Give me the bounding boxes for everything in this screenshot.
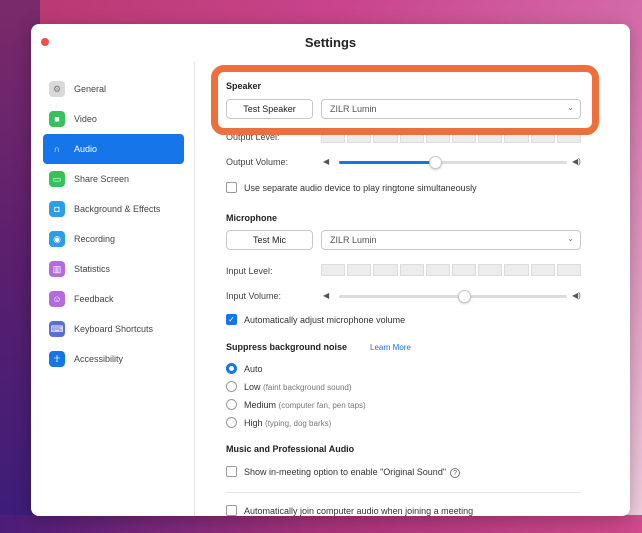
sidebar-item-video[interactable]: ■ Video (43, 104, 184, 134)
microphone-device-value: ZILR Lumin (330, 235, 377, 245)
volume-low-icon: ◀ (323, 157, 330, 166)
suppress-noise-heading: Suppress background noise (226, 342, 348, 352)
auto-join-audio-checkbox[interactable] (226, 505, 237, 516)
window-title: Settings (304, 35, 357, 50)
sidebar-item-statistics[interactable]: ▥ Statistics (43, 254, 184, 284)
sidebar-item-background-effects[interactable]: ◘ Background & Effects (43, 194, 184, 224)
recording-icon: ◉ (49, 231, 65, 247)
feedback-icon: ☺ (49, 291, 65, 307)
original-sound-label: Show in-meeting option to enable "Origin… (244, 467, 461, 478)
test-mic-button[interactable]: Test Mic (226, 230, 313, 250)
keyboard-icon: ⌨ (49, 321, 65, 337)
chevron-down-icon: ⌄ (567, 234, 574, 243)
headphones-icon: ∩ (53, 144, 61, 154)
volume-low-icon: ◀ (323, 291, 330, 300)
music-audio-heading: Music and Professional Audio (226, 444, 355, 454)
output-volume-thumb[interactable] (428, 156, 442, 169)
auto-adjust-mic-label: Automatically adjust microphone volume (244, 315, 406, 325)
sidebar-item-label: Accessibility (74, 354, 124, 364)
suppress-high-label: High (typing, dog barks) (244, 418, 332, 428)
sidebar-item-label: General (74, 84, 107, 94)
share-screen-icon: ▭ (49, 171, 65, 187)
video-icon: ■ (49, 111, 65, 127)
sidebar-item-label: Recording (74, 234, 116, 244)
sidebar: ⚙ General ■ Video ∩ Audio ▭ Share Screen… (31, 62, 195, 516)
output-volume-fill (339, 161, 435, 164)
sidebar-item-recording[interactable]: ◉ Recording (43, 224, 184, 254)
microphone-heading: Microphone (226, 213, 277, 223)
ringtone-device-checkbox[interactable] (226, 182, 237, 193)
sidebar-item-general[interactable]: ⚙ General (43, 74, 184, 104)
input-level-meter (321, 264, 582, 276)
volume-high-icon: ◀) (572, 157, 581, 166)
background-icon: ◘ (49, 201, 65, 217)
suppress-auto-label: Auto (244, 364, 263, 374)
sidebar-item-label: Keyboard Shortcuts (74, 324, 154, 334)
section-divider (226, 492, 581, 493)
sidebar-item-keyboard-shortcuts[interactable]: ⌨ Keyboard Shortcuts (43, 314, 184, 344)
suppress-medium-label: Medium (computer fan, pen taps) (244, 400, 366, 410)
suppress-low-label: Low (faint background sound) (244, 382, 352, 392)
input-volume-track[interactable] (339, 295, 567, 298)
sidebar-item-accessibility[interactable]: ☥ Accessibility (43, 344, 184, 374)
gear-icon: ⚙ (49, 81, 65, 97)
volume-high-icon: ◀) (572, 291, 581, 300)
statistics-icon: ▥ (49, 261, 65, 277)
suppress-medium-radio[interactable] (226, 399, 237, 410)
learn-more-link[interactable]: Learn More (370, 343, 411, 352)
input-volume-label: Input Volume: (226, 291, 282, 301)
sidebar-item-label: Feedback (74, 294, 114, 304)
speaker-highlight-box (211, 65, 599, 135)
sidebar-item-label: Statistics (74, 264, 111, 274)
microphone-device-select[interactable]: ZILR Lumin ⌄ (321, 230, 581, 250)
title-bar: Settings (31, 24, 630, 62)
input-level-label: Input Level: (226, 266, 273, 276)
sidebar-item-share-screen[interactable]: ▭ Share Screen (43, 164, 184, 194)
sidebar-item-label: Video (74, 114, 97, 124)
sidebar-item-audio[interactable]: ∩ Audio (43, 134, 184, 164)
original-sound-checkbox[interactable] (226, 466, 237, 477)
input-volume-thumb[interactable] (458, 290, 472, 303)
sidebar-item-feedback[interactable]: ☺ Feedback (43, 284, 184, 314)
auto-adjust-mic-checkbox[interactable]: ✓ (226, 314, 237, 325)
sidebar-item-label: Audio (74, 144, 98, 154)
help-icon[interactable]: ? (450, 467, 461, 478)
suppress-high-radio[interactable] (226, 417, 237, 428)
sidebar-item-label: Share Screen (74, 174, 130, 184)
sidebar-item-label: Background & Effects (74, 204, 161, 214)
ringtone-device-label: Use separate audio device to play ringto… (244, 183, 477, 193)
desktop-wallpaper-bottom (0, 515, 642, 533)
auto-join-audio-label: Automatically join computer audio when j… (244, 506, 474, 516)
accessibility-icon: ☥ (49, 351, 65, 367)
suppress-auto-radio[interactable] (226, 363, 237, 374)
output-volume-label: Output Volume: (226, 157, 289, 167)
suppress-low-radio[interactable] (226, 381, 237, 392)
